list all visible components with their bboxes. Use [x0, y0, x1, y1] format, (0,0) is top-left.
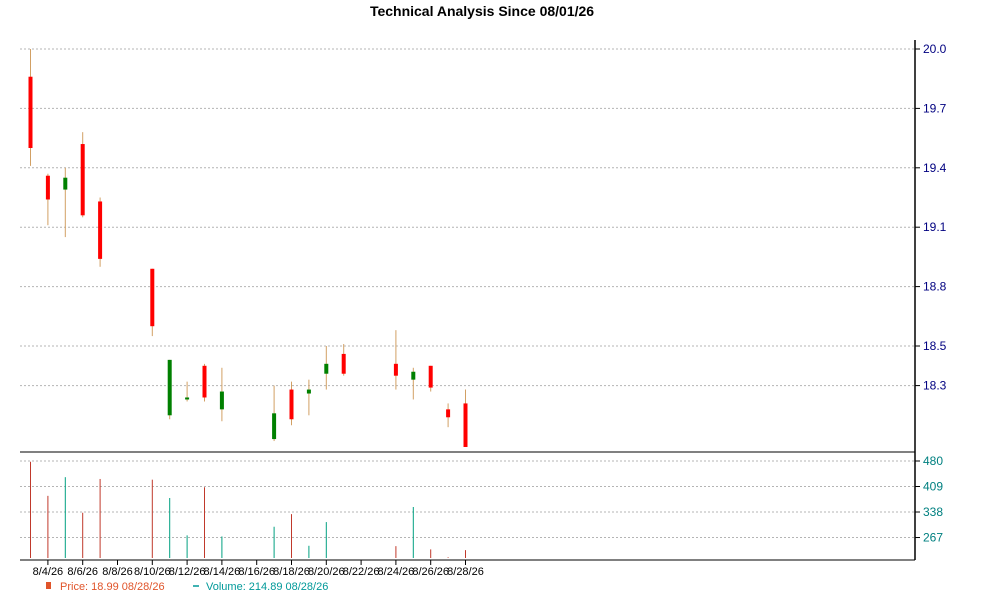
price-gridlines — [20, 48, 915, 387]
price-y-tick-label: 20.0 — [923, 42, 947, 56]
candle-body — [45, 175, 50, 200]
candle-body — [219, 391, 224, 410]
x-tick-label: 8/22/26 — [343, 566, 380, 578]
x-tick-label: 8/12/26 — [169, 566, 206, 578]
x-tick-label: 8/28/26 — [447, 566, 484, 578]
x-tick-label: 8/6/26 — [67, 566, 98, 578]
candle-body — [289, 389, 294, 420]
volume-gridlines — [20, 460, 915, 539]
volume-y-tick-label: 267 — [923, 531, 943, 545]
price-y-tick-label: 18.5 — [923, 339, 947, 353]
price-y-tick-labels: 20.0 19.7 19.4 19.1 18.8 18.5 18.3 — [915, 42, 947, 393]
legend: Price: 18.99 08/28/26 Volume: 214.89 08/… — [46, 581, 328, 593]
candle-body — [98, 201, 103, 259]
price-panel: 20.0 19.7 19.4 19.1 18.8 18.5 18.3 — [20, 40, 947, 452]
legend-price-label: Price: 18.99 08/28/26 — [60, 581, 165, 593]
price-y-tick-label: 19.7 — [923, 101, 947, 115]
candle-body — [272, 413, 277, 440]
price-y-tick-label: 19.1 — [923, 220, 947, 234]
x-tick-labels: 8/4/26 8/6/26 8/8/26 8/10/268/12/268/14/268… — [33, 560, 484, 578]
candle-body — [202, 365, 207, 398]
volume-bars — [30, 461, 466, 558]
volume-y-tick-label: 409 — [923, 480, 943, 494]
x-tick-label: 8/18/26 — [273, 566, 310, 578]
volume-y-tick-label: 480 — [923, 454, 943, 468]
candle-body — [80, 144, 85, 216]
candle-body — [411, 371, 416, 380]
legend-volume-label: Volume: 214.89 08/28/26 — [206, 581, 328, 593]
candle-body — [428, 365, 433, 388]
candle-body — [446, 409, 451, 418]
x-tick-label: 8/14/26 — [204, 566, 241, 578]
candle-body — [306, 389, 311, 394]
candle-body — [185, 397, 190, 400]
x-tick-label: 8/26/26 — [412, 566, 449, 578]
candle-body — [463, 403, 468, 447]
x-tick-label: 8/8/26 — [102, 566, 133, 578]
x-tick-label: 8/16/26 — [238, 566, 275, 578]
x-tick-label: 8/4/26 — [33, 566, 64, 578]
volume-y-tick-labels: 480 409 338 267 — [915, 454, 943, 545]
candle-body — [28, 76, 33, 148]
x-tick-label: 8/20/26 — [308, 566, 345, 578]
x-tick-label: 8/10/26 — [134, 566, 171, 578]
candle-body — [393, 363, 398, 376]
technical-analysis-chart: Technical Analysis Since 08/01/26 20.0 19… — [20, 3, 947, 593]
candle-body — [63, 177, 68, 190]
x-tick-label: 8/24/26 — [378, 566, 415, 578]
candle-body — [324, 363, 329, 374]
price-y-tick-label: 18.3 — [923, 379, 947, 393]
volume-y-tick-label: 338 — [923, 505, 943, 519]
price-y-tick-label: 18.8 — [923, 280, 947, 294]
volume-panel: 480 409 338 267 — [20, 452, 943, 560]
candle-body — [167, 359, 172, 416]
price-y-tick-label: 19.4 — [923, 161, 947, 175]
candle-body — [150, 268, 155, 327]
chart-title: Technical Analysis Since 08/01/26 — [370, 3, 594, 19]
legend-price-swatch — [46, 582, 51, 589]
candle-body — [341, 353, 346, 374]
